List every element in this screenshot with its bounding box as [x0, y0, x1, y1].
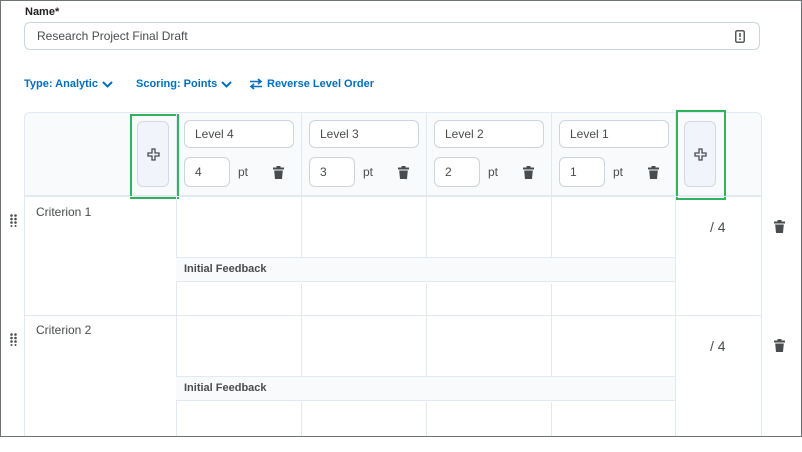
type-dropdown[interactable]: Type: Analytic [24, 78, 113, 90]
level-name-input[interactable]: Level 4 [184, 120, 294, 148]
highlight-box [676, 110, 726, 200]
level-points-input[interactable]: 2 [434, 157, 480, 187]
level-column: Level 3 3 pt [301, 112, 426, 196]
grid-line [301, 284, 302, 376]
grid-line [301, 112, 302, 258]
trash-icon[interactable] [523, 166, 534, 179]
swap-arrows-icon [249, 78, 263, 90]
grid-line [551, 112, 552, 258]
criterion-name[interactable]: Criterion 1 [36, 205, 91, 219]
grid-line [426, 284, 427, 376]
points-unit-label: pt [363, 165, 374, 179]
criterion-name[interactable]: Criterion 2 [36, 323, 91, 337]
level-column: Level 2 2 pt [426, 112, 551, 196]
name-input-value: Research Project Final Draft [37, 29, 188, 43]
highlight-box [130, 114, 179, 199]
reverse-level-order-label: Reverse Level Order [267, 78, 375, 90]
grid-line [761, 196, 762, 436]
type-dropdown-label: Type: Analytic [24, 78, 98, 90]
criterion-score: / 4 [710, 219, 726, 235]
level-column: Level 1 1 pt [551, 112, 676, 196]
grid-line [426, 402, 427, 436]
scoring-dropdown-label: Scoring: Points [136, 78, 218, 90]
chevron-down-icon [221, 80, 232, 88]
level-points-input[interactable]: 1 [559, 157, 605, 187]
grid-line [551, 284, 552, 376]
scoring-dropdown[interactable]: Scoring: Points [136, 78, 232, 90]
criterion-score: / 4 [710, 338, 726, 354]
drag-handle-icon[interactable] [10, 214, 17, 227]
grid-line [24, 315, 762, 316]
grid-line [24, 196, 25, 436]
level-name-input[interactable]: Level 1 [559, 120, 669, 148]
points-unit-label: pt [613, 165, 624, 179]
trash-icon[interactable] [398, 166, 409, 179]
character-count-icon[interactable] [735, 30, 745, 43]
trash-icon[interactable] [648, 166, 659, 179]
level-column: Level 4 4 pt [176, 112, 301, 196]
name-input[interactable]: Research Project Final Draft [24, 22, 760, 50]
grid-line [675, 112, 676, 436]
grid-line [426, 112, 427, 258]
rubric-grid: Level 4 4 pt Level 3 3 pt Level 2 2 pt L… [24, 110, 762, 452]
trash-icon[interactable] [774, 220, 785, 233]
reverse-level-order-button[interactable]: Reverse Level Order [249, 78, 374, 90]
level-points-input[interactable]: 4 [184, 157, 230, 187]
chevron-down-icon [102, 80, 113, 88]
name-label: Name* [25, 6, 60, 18]
points-unit-label: pt [488, 165, 499, 179]
level-name-input[interactable]: Level 2 [434, 120, 544, 148]
level-name-input[interactable]: Level 3 [309, 120, 419, 148]
points-unit-label: pt [238, 165, 249, 179]
grid-line [551, 402, 552, 436]
trash-icon[interactable] [273, 166, 284, 179]
grid-line [24, 196, 762, 197]
level-points-input[interactable]: 3 [309, 157, 355, 187]
trash-icon[interactable] [774, 339, 785, 352]
initial-feedback-label: Initial Feedback [176, 376, 675, 401]
drag-handle-icon[interactable] [10, 333, 17, 346]
grid-line [301, 402, 302, 436]
initial-feedback-label: Initial Feedback [176, 257, 675, 282]
